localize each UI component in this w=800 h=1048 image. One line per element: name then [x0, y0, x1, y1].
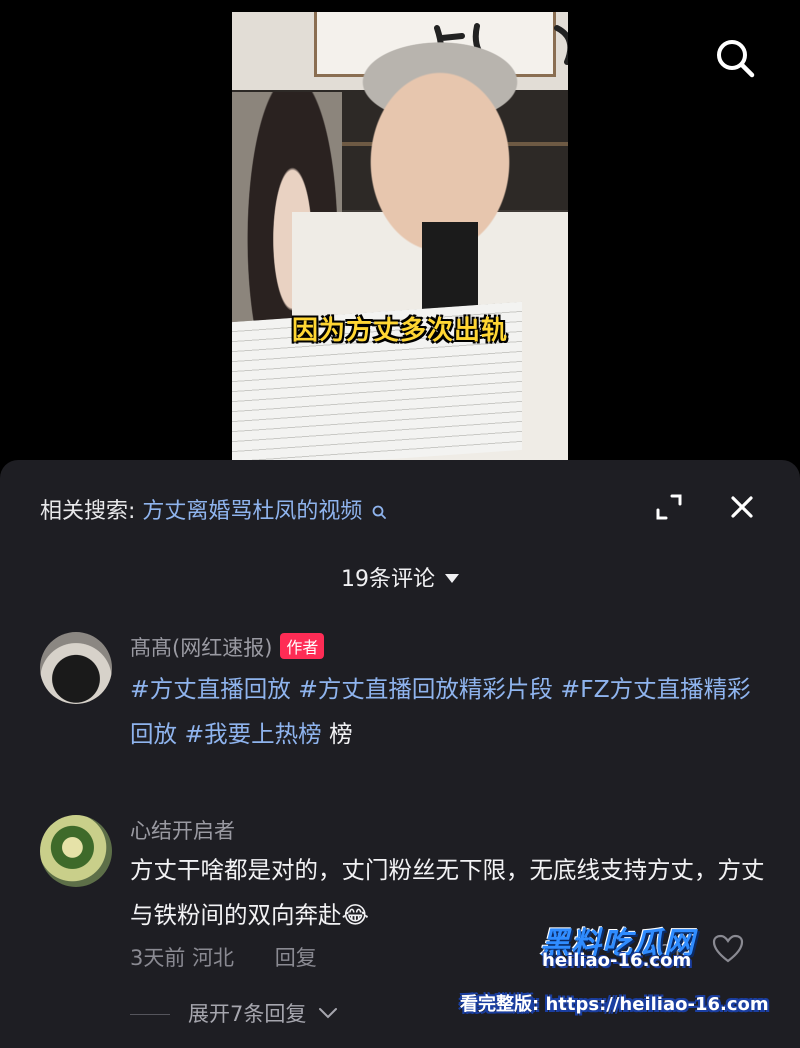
- comment-meta: 3天前 河北 回复: [130, 942, 317, 972]
- heart-icon: [712, 934, 744, 963]
- comment-text: #方丈直播回放 #方丈直播回放精彩片段 #FZ方丈直播精彩回放 #我要上热榜 榜: [130, 667, 770, 757]
- comment-location: 河北: [192, 946, 235, 970]
- video-caption: 因为方丈多次出轨: [291, 316, 508, 346]
- comment-count-header[interactable]: 19条评论: [0, 561, 800, 593]
- comment-time: 3天前: [130, 946, 186, 970]
- chevron-down-icon: [319, 1008, 338, 1019]
- comment-username[interactable]: 髙髙(网红速报) 作者: [130, 632, 325, 662]
- chevron-down-icon: [445, 574, 459, 583]
- like-button[interactable]: [712, 934, 744, 968]
- divider-line: [130, 1014, 170, 1015]
- search-button[interactable]: [713, 36, 757, 80]
- reply-button[interactable]: 回复: [275, 946, 317, 970]
- search-icon: [373, 505, 387, 519]
- expand-icon: [656, 494, 682, 520]
- close-button[interactable]: [727, 492, 757, 522]
- laughing-emoji: 😂: [341, 901, 369, 929]
- related-search-query[interactable]: 方丈离婚骂杜凤的视频: [142, 499, 362, 524]
- related-search-label: 相关搜索:: [40, 499, 136, 524]
- username-text: 髙髙(网红速报): [130, 636, 273, 660]
- expand-replies-label: 展开7条回复: [188, 1002, 307, 1026]
- comment-tail: 榜: [329, 720, 353, 748]
- watermark-full-link[interactable]: 看完整版: https://heiliao-16.com: [460, 990, 769, 1016]
- comment-count: 19条评论: [341, 567, 435, 592]
- watermark-url: heiliao-16.com: [542, 950, 692, 971]
- hashtag-link[interactable]: #方丈直播回放精彩片段: [298, 675, 553, 703]
- expand-button[interactable]: [654, 492, 684, 522]
- author-badge: 作者: [280, 633, 325, 659]
- expand-replies-button[interactable]: 展开7条回复: [130, 998, 339, 1028]
- search-icon: [717, 40, 755, 78]
- close-icon: [731, 496, 753, 518]
- avatar[interactable]: [40, 632, 112, 704]
- video-frame[interactable]: 因为方丈多次出轨: [232, 12, 568, 460]
- hashtag-link[interactable]: #方丈直播回放: [130, 675, 291, 703]
- related-search[interactable]: 相关搜索: 方丈离婚骂杜凤的视频: [40, 493, 387, 525]
- comment-username[interactable]: 心结开启者: [130, 815, 235, 845]
- hashtag-link[interactable]: #我要上热榜: [184, 720, 321, 748]
- avatar[interactable]: [40, 815, 112, 887]
